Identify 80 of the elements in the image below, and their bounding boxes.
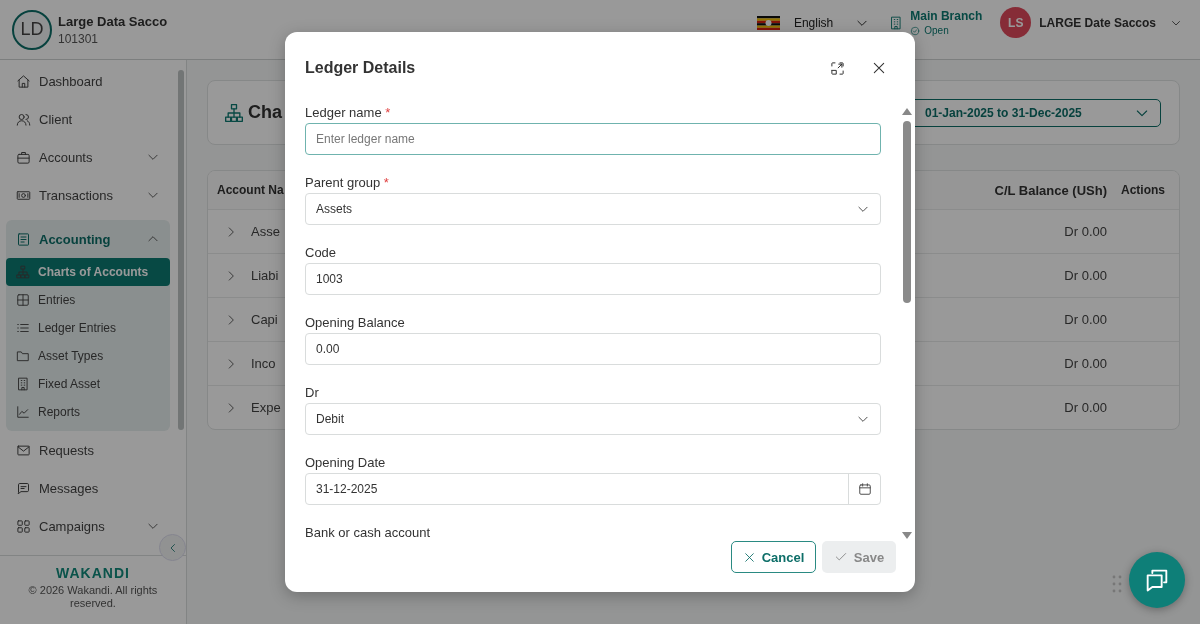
sidebar-item[interactable]: Dashboard — [6, 62, 170, 100]
hierarchy-icon — [16, 265, 30, 279]
table-cell: Dr 0.00 — [1064, 400, 1107, 415]
dropdown-field[interactable]: Debit — [305, 403, 881, 435]
chart-icon — [16, 405, 30, 419]
sidebar-item[interactable]: Client — [6, 100, 170, 138]
date-field[interactable]: 31-12-2025 — [305, 473, 881, 505]
sidebar-subitem[interactable]: Charts of Accounts — [6, 258, 170, 286]
expand-icon — [830, 60, 845, 76]
house-icon — [16, 73, 31, 89]
sidebar-item[interactable]: Accounts — [6, 138, 170, 176]
sidebar-item[interactable]: Messages — [6, 469, 170, 507]
language-selector[interactable]: English — [793, 15, 870, 30]
table-cell: Dr 0.00 — [1064, 312, 1107, 327]
squares-icon — [16, 518, 31, 534]
field-label: Ledger name * — [305, 104, 392, 122]
sidebar-item[interactable]: Accounting — [6, 220, 170, 258]
sidebar-item[interactable]: Transactions — [6, 176, 170, 214]
column-header: C/L Balance (USh) — [994, 182, 1107, 198]
field-label: Dr — [305, 384, 320, 402]
table-cell: Dr 0.00 — [1064, 356, 1107, 371]
field-label: Parent group * — [305, 174, 390, 192]
sidebar-item[interactable]: Campaigns — [6, 507, 170, 545]
flag-icon — [756, 15, 780, 30]
list-icon — [16, 321, 30, 335]
logo: WAKANDI — [56, 565, 130, 581]
cancel-button[interactable]: Cancel — [731, 541, 816, 573]
org-name: Large Data Sacco — [58, 13, 168, 29]
folder-icon — [16, 349, 30, 363]
user-avatar: LS — [1000, 7, 1032, 38]
table-cell: Liabi — [251, 268, 279, 283]
input-field[interactable]: Enter ledger name — [305, 123, 881, 155]
branch-status: Open — [924, 25, 949, 36]
table-cell: Asse — [251, 224, 280, 239]
table-cell: Inco — [251, 356, 276, 371]
grid-icon — [16, 293, 30, 307]
sidebar-subitem[interactable]: Ledger Entries — [6, 314, 170, 342]
check-circle-icon — [910, 25, 921, 36]
collapse-button[interactable] — [159, 534, 186, 561]
table-cell: Dr 0.00 — [1064, 268, 1107, 283]
sidebar-subitem[interactable]: Entries — [6, 286, 170, 314]
briefcase-icon — [16, 149, 31, 165]
input-field[interactable]: 0.00 — [305, 333, 881, 365]
org-code: 101301 — [58, 31, 100, 46]
field-label: Opening Balance — [305, 314, 406, 332]
sidebar-subitem[interactable]: Fixed Asset — [6, 370, 170, 398]
field-label: Opening Date — [305, 454, 387, 472]
building-icon — [889, 15, 904, 30]
document-icon — [16, 231, 31, 247]
chat-bubble-icon — [16, 480, 31, 496]
column-header: Actions — [1121, 183, 1165, 197]
table-cell: Dr 0.00 — [1064, 224, 1107, 239]
building-icon — [16, 377, 30, 391]
branch-name: Main Branch — [910, 9, 983, 23]
page-title: Cha — [248, 102, 282, 123]
close-icon — [871, 60, 887, 76]
close-button[interactable] — [871, 60, 887, 76]
column-header: Account Na — [217, 183, 284, 197]
table-cell: Expe — [251, 400, 281, 415]
expand-window-button[interactable] — [830, 60, 845, 76]
org-avatar: LD — [12, 9, 52, 50]
table-cell: Capi — [251, 312, 278, 327]
hierarchy-icon — [224, 102, 244, 123]
chat-button[interactable] — [1129, 552, 1185, 608]
sidebar-subitem[interactable]: Asset Types — [6, 342, 170, 370]
user-menu[interactable]: LS LARGE Date Saccos — [1000, 7, 1182, 38]
dropdown-field[interactable]: Assets — [305, 193, 881, 225]
input-field[interactable]: 1003 — [305, 263, 881, 295]
drag-handle-icon — [1112, 575, 1122, 593]
field-label: Bank or cash account — [305, 524, 432, 541]
check-icon — [833, 550, 848, 564]
sidebar-item[interactable]: Requests — [6, 431, 170, 469]
field-label: Code — [305, 244, 338, 262]
close-icon — [742, 550, 756, 564]
dialog-title: Ledger Details — [305, 59, 417, 77]
people-icon — [16, 111, 31, 127]
envelope-icon — [16, 442, 31, 458]
copyright-text: © 2026 Wakandi. All rights reserved. — [27, 584, 159, 610]
calendar-icon — [857, 482, 872, 496]
sidebar-subitem[interactable]: Reports — [6, 398, 170, 426]
